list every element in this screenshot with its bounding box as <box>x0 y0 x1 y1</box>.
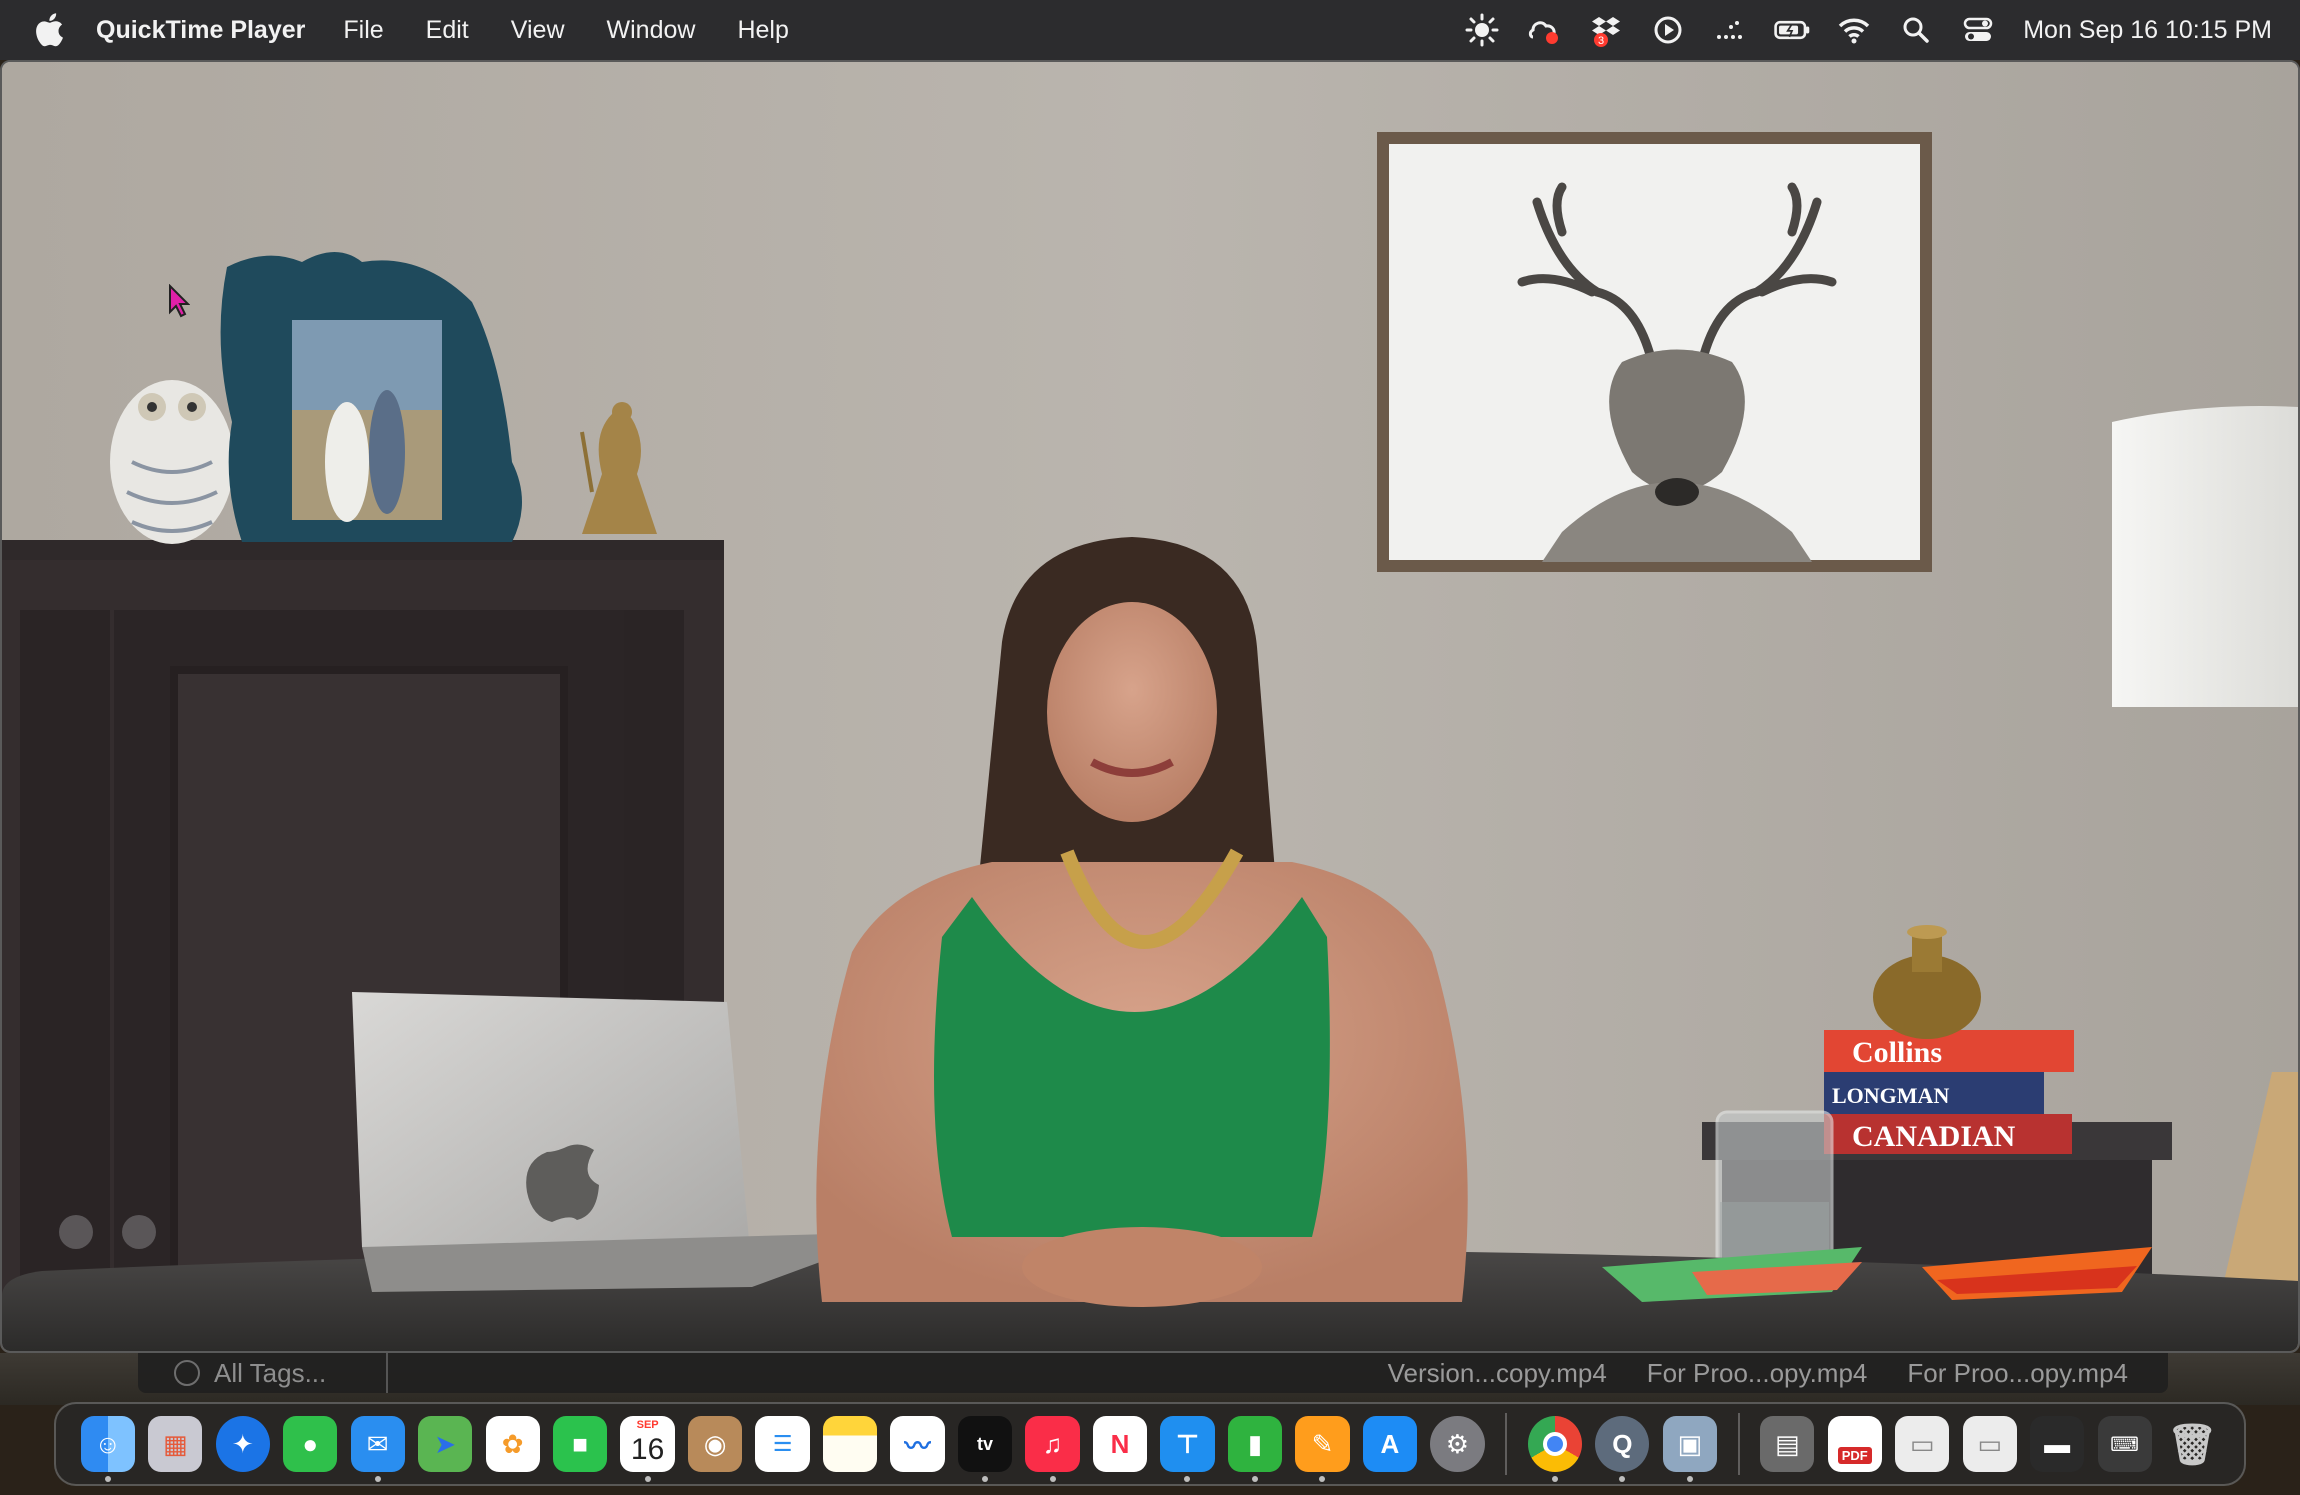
document-icon[interactable]: ▭ <box>1895 1416 1950 1472</box>
menu-bar-clock[interactable]: Mon Sep 16 10:15 PM <box>2023 16 2272 45</box>
notes-icon[interactable] <box>822 1416 878 1472</box>
preview-icon[interactable]: ▣ <box>1662 1416 1717 1482</box>
system-settings-icon[interactable]: ⚙ <box>1430 1416 1485 1472</box>
chrome-icon[interactable] <box>1527 1416 1582 1482</box>
document-icon[interactable]: ▭ <box>1962 1416 2017 1472</box>
pdf-label: PDF <box>1837 1447 1872 1464</box>
owl-figurine <box>110 380 234 544</box>
dropbox-icon[interactable]: 3 <box>1587 12 1625 48</box>
maps-icon[interactable]: ➤ <box>418 1416 473 1472</box>
control-center-icon[interactable] <box>1959 12 1997 48</box>
menu-bar: QuickTime Player File Edit View Window H… <box>0 0 2300 60</box>
dock: ☺ ▦ ✦ ● ✉ ➤ ✿ ■ SEP 16 ◉ ☰ 〰 tv ♫ N ⊤ ▮ … <box>54 1402 2246 1486</box>
all-tags-filter[interactable]: All Tags... <box>138 1353 388 1393</box>
window-menu[interactable]: Window <box>607 16 696 45</box>
help-menu[interactable]: Help <box>737 16 788 45</box>
app-name-menu[interactable]: QuickTime Player <box>96 16 305 45</box>
brightness-icon[interactable] <box>1463 12 1501 48</box>
pages-icon[interactable]: ✎ <box>1295 1416 1350 1482</box>
messages-icon[interactable]: ● <box>283 1416 338 1472</box>
news-icon[interactable]: N <box>1092 1416 1148 1472</box>
video-frame: Collins LONGMAN CANADIAN <box>2 62 2298 1351</box>
mouse-cursor-icon <box>169 284 190 318</box>
calendar-day: 16 <box>630 1433 665 1466</box>
keynote-icon[interactable]: ⊤ <box>1160 1416 1215 1482</box>
freeform-icon[interactable]: 〰 <box>890 1416 945 1472</box>
photos-icon[interactable]: ✿ <box>485 1416 540 1472</box>
dock-separator <box>1737 1413 1740 1475</box>
book-spine-longman: LONGMAN <box>1832 1083 1949 1108</box>
calendar-month: SEP <box>636 1419 659 1431</box>
quicktime-icon[interactable]: Q <box>1595 1416 1650 1482</box>
file-item[interactable]: For Proo...opy.mp4 <box>1647 1358 1868 1389</box>
document-dark-icon[interactable]: ▬ <box>2030 1416 2085 1472</box>
menu-bar-right: 3 Mon Sep 16 10:15 PM <box>1439 12 2272 48</box>
launchpad-icon[interactable]: ▦ <box>148 1416 203 1472</box>
book-spine-collins: Collins <box>1852 1036 1942 1069</box>
dock-separator <box>1505 1413 1508 1475</box>
desktop: QuickTime Player File Edit View Window H… <box>0 0 2300 1495</box>
all-tags-label: All Tags... <box>214 1357 327 1388</box>
finder-file-list: Version...copy.mp4 For Proo...opy.mp4 Fo… <box>1388 1358 2168 1389</box>
menu-bar-left: QuickTime Player File Edit View Window H… <box>34 13 831 47</box>
finder-icon[interactable]: ☺ <box>80 1416 135 1482</box>
search-icon[interactable] <box>1897 12 1935 48</box>
dots-icon[interactable] <box>1711 12 1749 48</box>
file-menu[interactable]: File <box>343 16 383 45</box>
numbers-icon[interactable]: ▮ <box>1227 1416 1283 1482</box>
safari-icon[interactable]: ✦ <box>215 1416 270 1472</box>
keyboard-document-icon[interactable]: ⌨ <box>2097 1416 2152 1472</box>
deer-picture <box>1377 132 1932 572</box>
tag-icon <box>174 1360 200 1386</box>
reminders-icon[interactable]: ☰ <box>755 1416 810 1472</box>
tv-icon[interactable]: tv <box>957 1416 1013 1482</box>
play-circle-icon[interactable] <box>1649 12 1687 48</box>
edit-menu[interactable]: Edit <box>426 16 469 45</box>
contacts-icon[interactable]: ◉ <box>687 1416 743 1472</box>
calendar-icon[interactable]: SEP 16 <box>620 1416 675 1482</box>
finder-window-bar: All Tags... Version...copy.mp4 For Proo.… <box>138 1353 2168 1393</box>
trash-icon[interactable]: 🗑 <box>2165 1416 2219 1472</box>
battery-icon[interactable] <box>1773 12 1811 48</box>
file-item[interactable]: Version...copy.mp4 <box>1388 1358 1607 1389</box>
folder-stack-icon[interactable]: ▤ <box>1760 1416 1815 1472</box>
book-stack: Collins LONGMAN CANADIAN <box>1824 1030 2074 1154</box>
app-store-icon[interactable]: A <box>1362 1416 1418 1472</box>
pdf-icon[interactable]: PDF <box>1827 1416 1882 1472</box>
wifi-icon[interactable] <box>1835 12 1873 48</box>
dropbox-badge: 3 <box>1598 35 1604 47</box>
facetime-icon[interactable]: ■ <box>552 1416 608 1472</box>
book-spine-canadian: CANADIAN <box>1852 1120 2016 1153</box>
creative-cloud-icon[interactable] <box>1525 12 1563 48</box>
mail-icon[interactable]: ✉ <box>350 1416 405 1482</box>
apple-icon[interactable] <box>34 13 64 47</box>
file-item[interactable]: For Proo...opy.mp4 <box>1907 1358 2128 1389</box>
music-icon[interactable]: ♫ <box>1025 1416 1080 1482</box>
view-menu[interactable]: View <box>511 16 565 45</box>
video-player-window[interactable]: Collins LONGMAN CANADIAN <box>0 60 2300 1353</box>
